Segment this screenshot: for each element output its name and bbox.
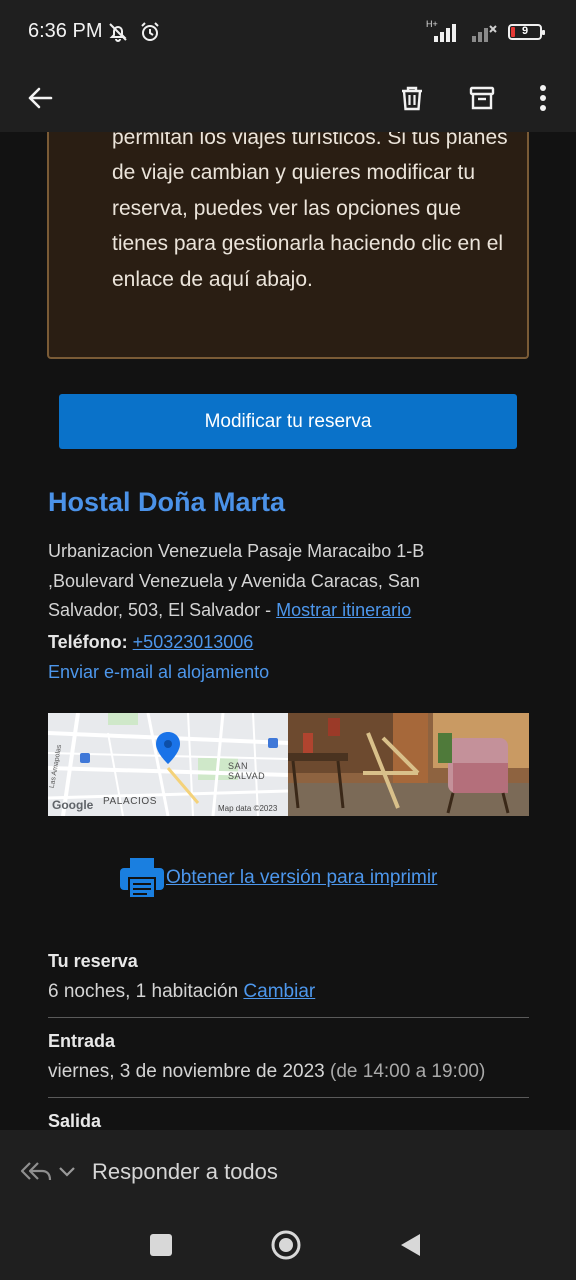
change-reservation-link[interactable]: Cambiar [243, 981, 315, 1002]
back-button[interactable] [16, 74, 64, 122]
reply-bar: Responder a todos [0, 1130, 576, 1212]
more-options-button[interactable] [519, 74, 567, 122]
status-right: H+ 9 [426, 19, 545, 42]
signal-no-service-icon [472, 25, 497, 42]
battery-level-text: 9 [521, 25, 529, 37]
email-toolbar [0, 64, 576, 132]
status-bar: 6:36 PM H+ 9 [0, 0, 576, 64]
back-nav-button[interactable] [399, 1233, 421, 1257]
divider [48, 1097, 529, 1098]
map-label-city: SAN SALVAD [228, 761, 266, 781]
reservation-value: 6 noches, 1 habitación Cambiar [48, 981, 529, 1003]
recents-button[interactable] [150, 1234, 172, 1256]
print-version-row[interactable]: Obtener la versión para imprimir [120, 856, 437, 900]
checkin-hours: (de 14:00 a 19:00) [330, 1061, 486, 1082]
hotel-room-image [288, 713, 529, 816]
trash-icon [402, 86, 422, 111]
hotel-media: SAN SALVAD PALACIOS Las Amapolas Google … [48, 713, 529, 816]
notice-box: permitan los viajes turísticos. Si tus p… [47, 132, 529, 359]
phone-label: Teléfono: [48, 632, 128, 652]
checkin-label: Entrada [48, 1031, 116, 1051]
archive-button[interactable] [458, 74, 506, 122]
email-body[interactable]: permitan los viajes turísticos. Si tus p… [0, 132, 576, 1130]
divider [48, 1017, 529, 1018]
google-logo: Google [52, 798, 94, 812]
reply-all-button[interactable]: Responder a todos [92, 1159, 278, 1185]
reply-all-icon [20, 1162, 52, 1181]
map-label-district: PALACIOS [103, 796, 158, 807]
delete-button[interactable] [388, 74, 436, 122]
reservation-label: Tu reserva [48, 951, 138, 971]
status-time: 6:36 PM [28, 20, 103, 42]
chevron-down-icon [59, 1167, 75, 1177]
more-vert-icon [540, 85, 546, 111]
checkout-section: Salida [48, 1111, 529, 1130]
hotel-address: Urbanizacion Venezuela Pasaje Maracaibo … [48, 537, 488, 626]
arrow-left-icon [28, 87, 53, 109]
signal-strength-icon: H+ [426, 19, 460, 42]
email-property-link[interactable]: Enviar e-mail al alojamiento [48, 662, 269, 683]
notice-text: permitan los viajes turísticos. Si tus p… [112, 132, 508, 291]
hotel-name: Hostal Doña Marta [48, 487, 286, 517]
phone-row: Teléfono: +50323013006 [48, 632, 253, 653]
hotel-photo[interactable] [288, 713, 529, 816]
reservation-summary: Tu reserva 6 noches, 1 habitación Cambia… [48, 951, 529, 1003]
archive-icon [469, 86, 495, 110]
battery-icon: 9 [508, 24, 545, 40]
print-version-link[interactable]: Obtener la versión para imprimir [166, 867, 437, 889]
location-map[interactable]: SAN SALVAD PALACIOS Las Amapolas Google … [48, 713, 288, 816]
show-itinerary-link[interactable]: Mostrar itinerario [276, 600, 411, 620]
checkin-date: viernes, 3 de noviembre de 2023 [48, 1061, 325, 1082]
status-icons [106, 20, 162, 44]
home-button[interactable] [270, 1229, 302, 1261]
reservation-nights: 6 noches, 1 habitación [48, 981, 239, 1002]
checkin-value: viernes, 3 de noviembre de 2023 (de 14:0… [48, 1061, 529, 1083]
checkin-section: Entrada viernes, 3 de noviembre de 2023 … [48, 1031, 529, 1083]
reply-mode-selector[interactable] [20, 1158, 76, 1184]
phone-link[interactable]: +50323013006 [133, 632, 254, 652]
alarm-clock-icon [141, 22, 159, 41]
checkout-label: Salida [48, 1111, 102, 1130]
alarm-muted-icon [109, 23, 127, 42]
map-attribution: Map data ©2023 [218, 804, 278, 813]
map-pin-icon [156, 732, 180, 764]
modify-reservation-button[interactable]: Modificar tu reserva [59, 394, 517, 449]
system-nav-bar [0, 1212, 576, 1280]
printer-icon [120, 858, 164, 899]
